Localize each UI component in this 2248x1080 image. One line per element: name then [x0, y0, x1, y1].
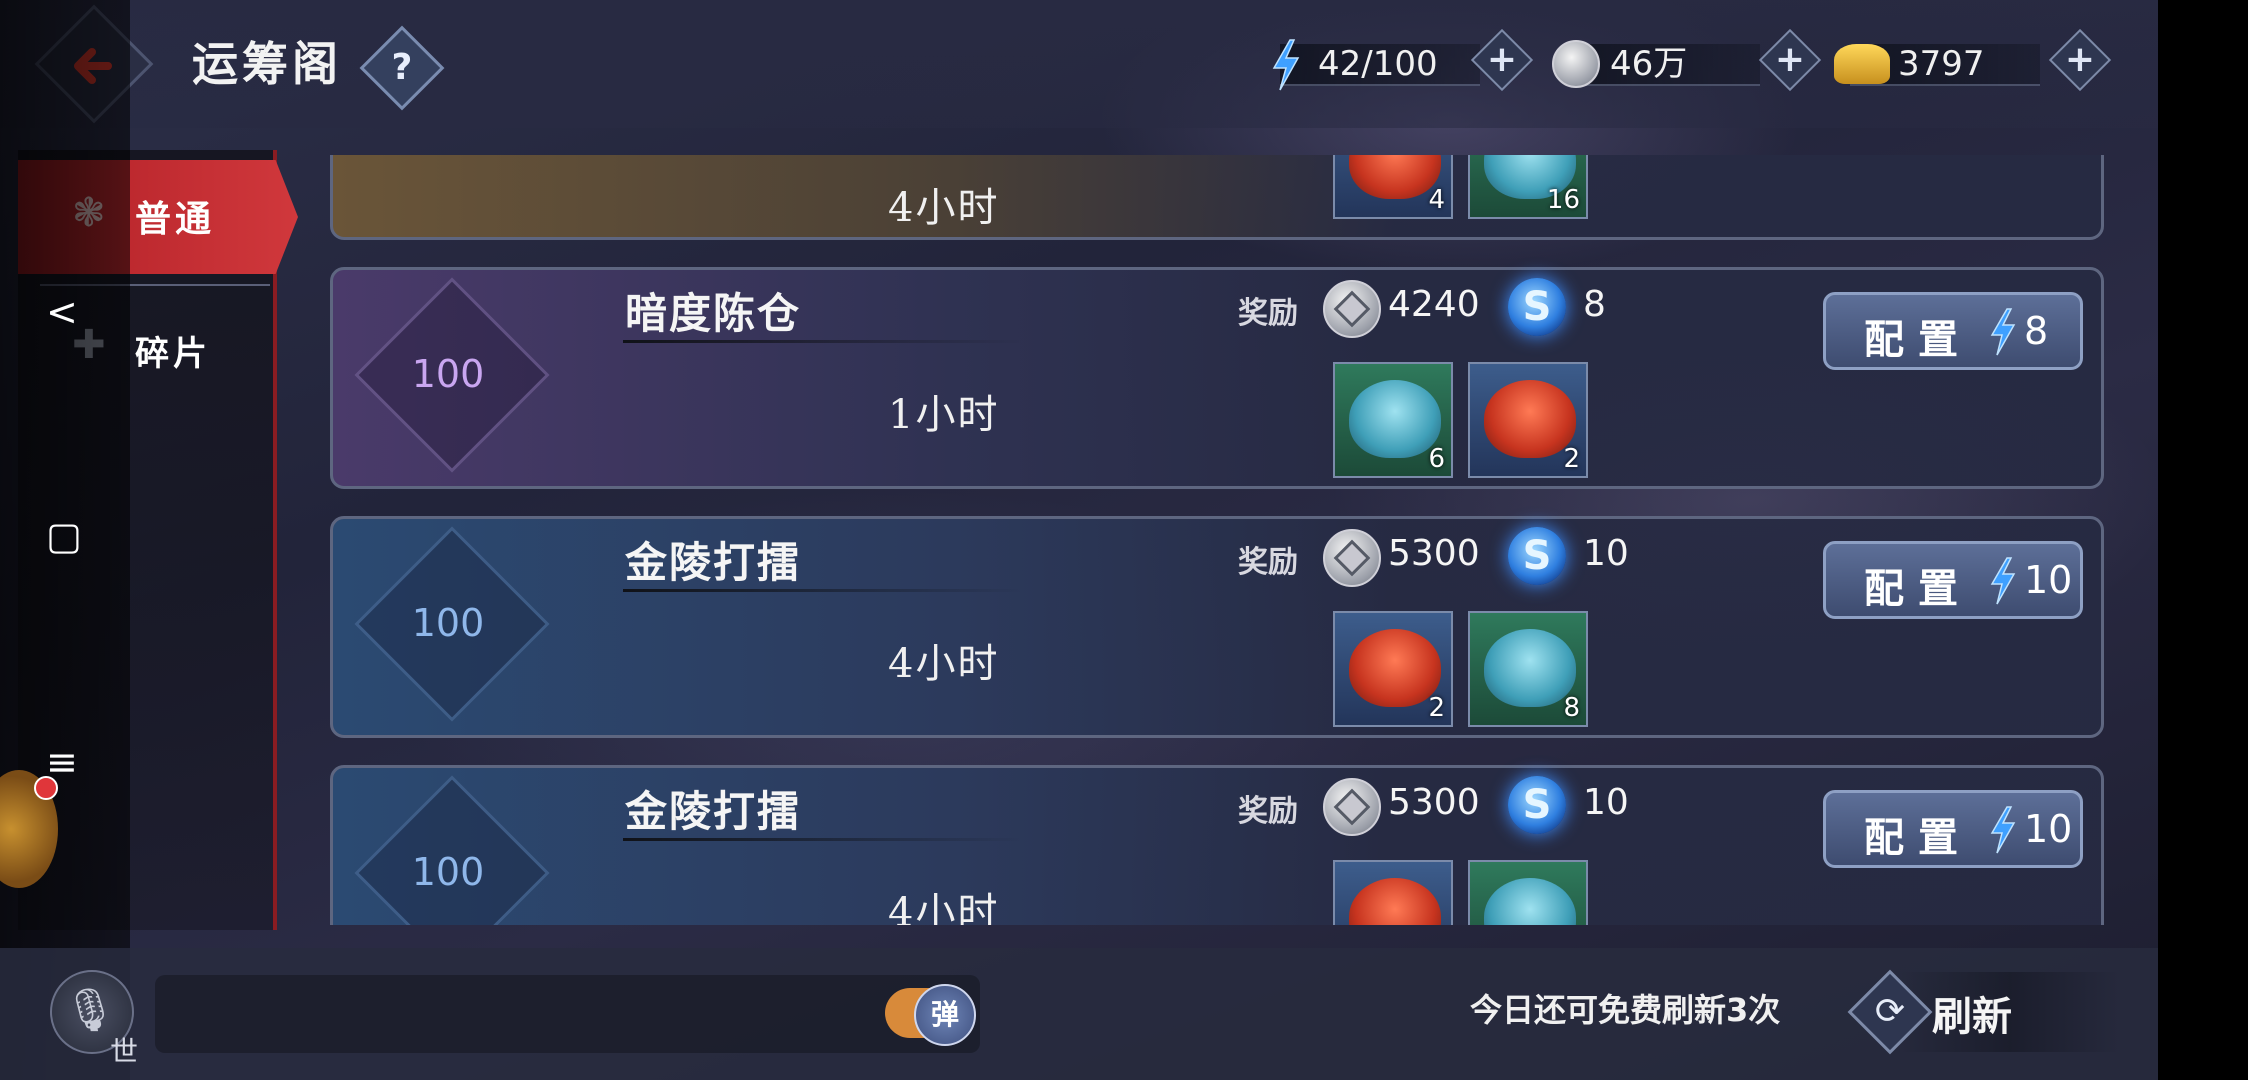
configure-label: 配置: [1864, 814, 1972, 861]
reward-label: 奖励: [1238, 545, 1298, 580]
orb-glyph: S: [1522, 284, 1552, 330]
task-level: 100: [411, 601, 485, 645]
name-underline: [623, 340, 1023, 343]
tab-normal-label: 普通: [135, 198, 216, 240]
task-card[interactable]: 4小时 4 16: [330, 155, 2104, 240]
lightning-icon: [1990, 806, 2016, 854]
item-count: 16: [1546, 185, 1580, 215]
page-title: 运筹阁: [192, 37, 342, 91]
coin-reward: 4240: [1388, 284, 1480, 325]
free-refresh-text: 今日还可免费刷新3次: [1470, 991, 1781, 1029]
orb-reward: 10: [1583, 533, 1629, 574]
reward-item[interactable]: [1468, 860, 1588, 925]
orb-glyph: S: [1522, 533, 1552, 579]
task-name: 暗度陈仓: [625, 289, 802, 338]
reward-item[interactable]: [1333, 860, 1453, 925]
chat-input[interactable]: [155, 975, 980, 1053]
notification-dot: [34, 776, 58, 800]
coin-reward: 5300: [1388, 533, 1480, 574]
configure-button[interactable]: 配置 8: [1823, 292, 2083, 370]
help-icon[interactable]: ?: [372, 38, 432, 98]
item-count: 2: [1563, 444, 1580, 474]
item-count: 4: [1428, 185, 1445, 215]
name-underline: [623, 589, 1023, 592]
task-card[interactable]: 100 金陵打擂 4小时 奖励 5300 S 10 2 8 配置 10: [330, 516, 2104, 738]
orb-glyph: S: [1522, 782, 1552, 828]
coin-reward: 5300: [1388, 782, 1480, 823]
reward-item[interactable]: 8: [1468, 611, 1588, 727]
red-bag-icon: [1349, 878, 1441, 925]
name-underline: [623, 838, 1023, 841]
refresh-icon[interactable]: ⟳: [1860, 982, 1920, 1042]
reward-item[interactable]: 2: [1333, 611, 1453, 727]
task-duration: 4小时: [888, 890, 1000, 925]
configure-label: 配置: [1864, 316, 1972, 363]
task-level: 100: [411, 352, 485, 396]
reward-item[interactable]: 16: [1468, 155, 1588, 219]
item-count: 8: [1563, 693, 1580, 723]
lightning-icon: [1990, 308, 2016, 356]
screen-edge: [2158, 0, 2248, 1080]
item-count: 2: [1428, 693, 1445, 723]
lightning-icon: [1272, 39, 1300, 91]
reward-label: 奖励: [1238, 296, 1298, 331]
reward-item[interactable]: 4: [1333, 155, 1453, 219]
task-duration: 1小时: [888, 392, 1000, 438]
configure-label: 配置: [1864, 565, 1972, 612]
system-back-icon[interactable]: <: [46, 290, 78, 334]
refresh-label[interactable]: 刷新: [1932, 984, 2012, 1042]
reward-item[interactable]: 6: [1333, 362, 1453, 478]
teal-bag-icon: [1484, 878, 1576, 925]
plus-icon[interactable]: +: [1768, 38, 1812, 82]
gold-value: 3797: [1898, 44, 1985, 84]
task-card[interactable]: 100 金陵打擂 4小时 奖励 5300 S 10 配置 10: [330, 765, 2104, 925]
orb-reward: 8: [1583, 284, 1606, 325]
task-name: 金陵打擂: [625, 538, 802, 587]
task-duration: 4小时: [888, 185, 1000, 231]
task-card[interactable]: 100 暗度陈仓 1小时 奖励 4240 S 8 6 2 配置 8: [330, 267, 2104, 489]
task-duration: 4小时: [888, 641, 1000, 687]
plus-icon[interactable]: +: [1480, 38, 1524, 82]
configure-button[interactable]: 配置 10: [1823, 541, 2083, 619]
configure-button[interactable]: 配置 10: [1823, 790, 2083, 868]
barrage-toggle-knob[interactable]: 弹: [914, 984, 976, 1046]
silver-coin-icon: [1552, 40, 1600, 88]
reward-item[interactable]: 2: [1468, 362, 1588, 478]
lightning-icon: [1990, 557, 2016, 605]
world-channel-label: 世: [110, 1035, 139, 1068]
item-count: 6: [1428, 444, 1445, 474]
configure-cost: 10: [2024, 558, 2073, 602]
task-level: 100: [411, 850, 485, 894]
task-list: 4小时 4 16 100 暗度陈仓 1小时 奖励 4240 S 8 6 2 配置…: [330, 155, 2104, 925]
orb-reward: 10: [1583, 782, 1629, 823]
silver-value: 46万: [1610, 44, 1688, 84]
tab-fragments[interactable]: 碎片: [135, 326, 211, 375]
task-name: 金陵打擂: [625, 787, 802, 836]
gold-ingot-icon: [1834, 44, 1890, 84]
configure-cost: 8: [2024, 309, 2049, 353]
stamina-value: 42/100: [1318, 44, 1438, 84]
configure-cost: 10: [2024, 807, 2073, 851]
plus-icon[interactable]: +: [2058, 38, 2102, 82]
reward-label: 奖励: [1238, 794, 1298, 829]
system-home-icon[interactable]: ▢: [46, 514, 82, 558]
